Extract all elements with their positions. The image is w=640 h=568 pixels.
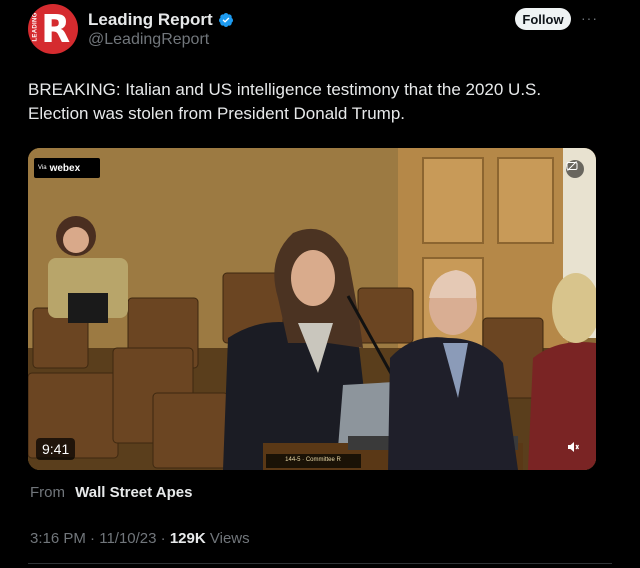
tweet-text: BREAKING: Italian and US intelligence te… <box>28 80 542 123</box>
video-frame <box>28 148 596 470</box>
divider <box>28 563 612 564</box>
handle[interactable]: @LeadingReport <box>88 31 209 49</box>
name-line: Leading Report <box>88 10 234 30</box>
verified-badge-icon <box>218 13 233 27</box>
avatar[interactable]: LEADING R <box>28 4 78 54</box>
views-label: Views <box>209 530 250 547</box>
webex-badge: Via webex <box>34 158 100 178</box>
display-name[interactable]: Leading Report <box>88 10 213 30</box>
meta-separator: · <box>160 530 166 547</box>
avatar-side-text: LEADING <box>32 12 39 42</box>
badge-via: Via <box>38 165 47 171</box>
badge-brand: webex <box>49 162 81 174</box>
tweet-meta: 3:16 PM · 11/10/23 · 129K Views <box>30 530 250 547</box>
name-placard: 144-5 · Committee R <box>285 457 341 463</box>
tweet-header: LEADING R Leading Report @LeadingReport … <box>28 4 612 56</box>
from-source: From Wall Street Apes <box>30 484 192 501</box>
gif-icon[interactable] <box>566 160 584 178</box>
video-player[interactable]: Via webex 144-5 · Committee R 9:41 <box>28 148 596 470</box>
follow-button[interactable]: Follow <box>515 8 571 30</box>
video-timer: 9:41 <box>36 438 76 460</box>
tweet-date[interactable]: 11/10/23 <box>99 530 156 547</box>
more-dots-icon[interactable]: ··· <box>581 10 598 26</box>
volume-icon[interactable] <box>566 440 584 458</box>
source-link[interactable]: Wall Street Apes <box>75 484 192 501</box>
meta-separator: · <box>90 530 96 547</box>
tweet-time[interactable]: 3:16 PM <box>30 530 86 547</box>
avatar-letter: R <box>41 7 71 51</box>
from-label: From <box>30 484 65 501</box>
captions-off-icon <box>566 161 578 171</box>
views-count: 129K <box>169 530 206 547</box>
speaker-icon <box>568 442 580 452</box>
